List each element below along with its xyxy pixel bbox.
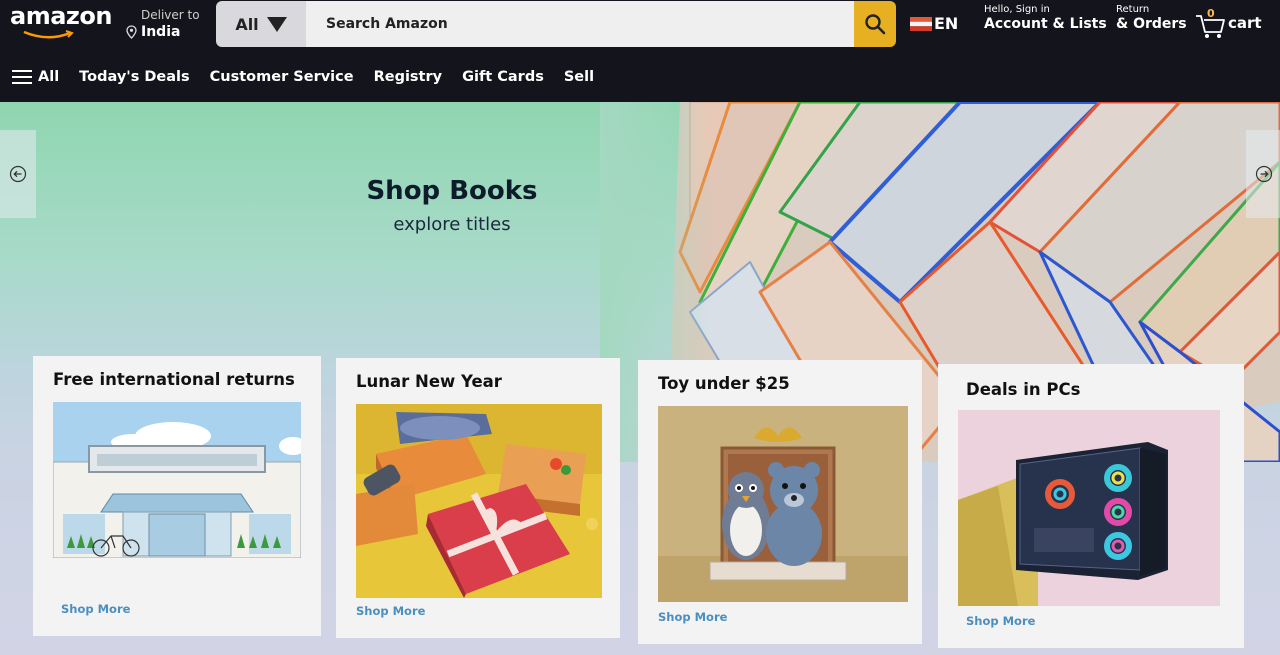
account-greeting: Hello, Sign in xyxy=(984,4,1050,15)
gift-boxes-image xyxy=(356,404,602,598)
nav-item-customer-service[interactable]: Customer Service xyxy=(210,69,354,85)
deliver-to[interactable]: Deliver to India xyxy=(126,8,200,40)
flag-icon xyxy=(910,16,932,31)
store-illustration-image xyxy=(53,402,301,558)
search-button[interactable] xyxy=(854,1,896,47)
returns-orders[interactable]: Return & Orders xyxy=(1116,4,1187,32)
returns-label: Return xyxy=(1116,4,1150,15)
nav-all-menu[interactable]: All xyxy=(12,69,59,85)
card-title: Free international returns xyxy=(53,370,295,389)
account-lists[interactable]: Hello, Sign in Account & Lists xyxy=(984,4,1107,32)
top-header: amazon Deliver to India All Search Amazo… xyxy=(0,0,1280,52)
carousel-next-button[interactable] xyxy=(1246,130,1280,218)
account-label: Account & Lists xyxy=(984,16,1107,32)
deliver-country: India xyxy=(141,24,181,40)
nav-item-registry[interactable]: Registry xyxy=(374,69,443,85)
card-title: Lunar New Year xyxy=(356,372,502,391)
search-category-label: All xyxy=(235,14,259,34)
card-title: Deals in PCs xyxy=(966,380,1081,399)
shop-more-link[interactable]: Shop More xyxy=(966,614,1035,628)
amazon-smile-icon xyxy=(23,30,74,39)
card-deals-in-pcs[interactable]: Deals in PCs Shop More xyxy=(938,364,1244,648)
hero-banner[interactable]: Shop Books explore titles Free internati… xyxy=(0,102,1280,655)
nav-item-sell[interactable]: Sell xyxy=(564,69,594,85)
search-icon xyxy=(865,14,886,35)
card-free-international-returns[interactable]: Free international returns Shop More xyxy=(33,356,321,636)
shop-more-link[interactable]: Shop More xyxy=(658,610,727,624)
cart-count: 0 xyxy=(1207,7,1215,20)
caret-down-icon xyxy=(266,16,287,32)
nav-item-todays-deals[interactable]: Today's Deals xyxy=(79,69,189,85)
search-category-dropdown[interactable]: All xyxy=(216,1,306,47)
amazon-logo[interactable]: amazon xyxy=(10,2,112,30)
plush-toys-image xyxy=(658,406,908,602)
carousel-prev-button[interactable] xyxy=(0,130,36,218)
arrow-left-icon xyxy=(9,165,27,183)
hero-subtitle: explore titles xyxy=(393,214,511,235)
hamburger-menu-icon xyxy=(12,70,32,84)
cart-button[interactable]: 0 cart xyxy=(1194,7,1262,40)
cart-label: cart xyxy=(1228,14,1262,32)
card-lunar-new-year[interactable]: Lunar New Year Shop More xyxy=(336,358,620,638)
card-toy-under-25[interactable]: Toy under $25 Shop More xyxy=(638,360,922,644)
location-pin-icon xyxy=(126,25,137,39)
language-label: EN xyxy=(934,14,959,33)
hero-title: Shop Books xyxy=(366,176,538,206)
arrow-right-icon xyxy=(1255,165,1273,183)
nav-item-gift-cards[interactable]: Gift Cards xyxy=(462,69,544,85)
search-bar: All xyxy=(216,1,896,47)
shop-more-link[interactable]: Shop More xyxy=(356,604,425,618)
card-title: Toy under $25 xyxy=(658,374,790,393)
shop-more-link[interactable]: Shop More xyxy=(61,602,130,616)
search-input[interactable] xyxy=(306,1,854,47)
nav-all-label: All xyxy=(38,69,60,85)
deliver-label: Deliver to xyxy=(141,8,200,22)
gaming-pc-image xyxy=(958,410,1220,606)
nav-bar: All Today's Deals Customer Service Regis… xyxy=(0,52,1280,102)
language-selector[interactable]: EN xyxy=(910,14,958,33)
orders-label: & Orders xyxy=(1116,16,1187,32)
